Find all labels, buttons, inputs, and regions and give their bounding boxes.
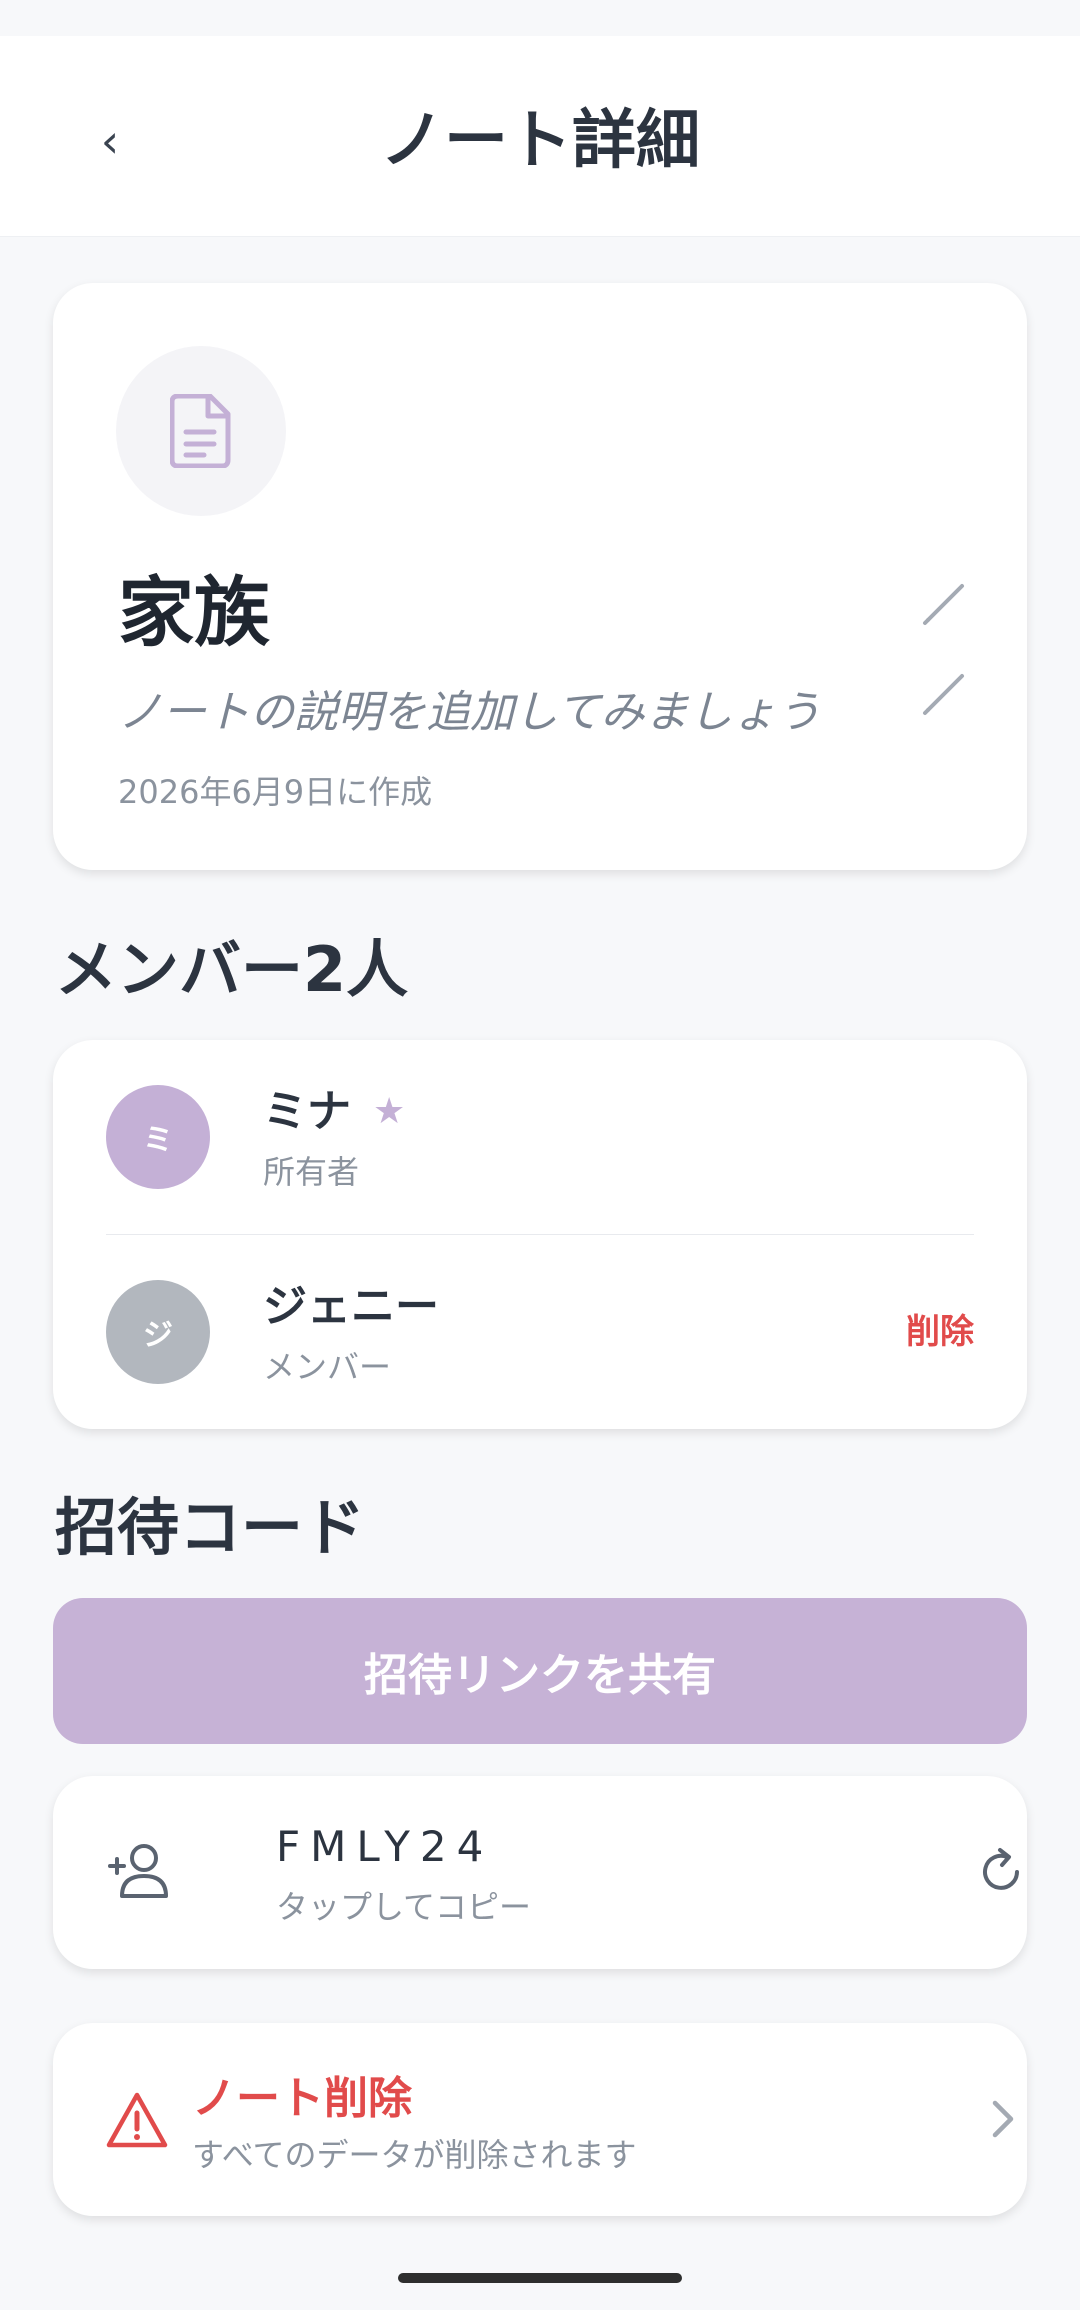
note-info-card: 家族 ノートの説明を追加してみましょう 2026年6月9日に作成 xyxy=(53,283,1027,870)
member-row: ジ ジェニー メンバー 削除 xyxy=(53,1235,1027,1429)
home-indicator xyxy=(398,2273,682,2283)
refresh-icon[interactable] xyxy=(973,1844,1029,1900)
member-name-container: ジェニー xyxy=(263,1275,439,1339)
add-user-icon xyxy=(108,1844,168,1898)
page-title: ノート詳細 xyxy=(380,104,700,178)
share-invite-link-button[interactable]: 招待リンクを共有 xyxy=(53,1598,1027,1744)
invite-code: FMLY24 xyxy=(276,1822,494,1871)
members-section-title: メンバー2人 xyxy=(55,933,409,1006)
chevron-right-icon xyxy=(992,2100,1014,2138)
edit-title-pencil-icon[interactable] xyxy=(920,578,970,628)
avatar: ミ xyxy=(106,1085,210,1189)
header-bar: ‹ ノート詳細 xyxy=(0,36,1080,237)
member-name-container: ミナ ★ xyxy=(263,1080,405,1144)
invite-code-card[interactable]: FMLY24 タップしてコピー xyxy=(53,1776,1027,1969)
member-name: ミナ xyxy=(263,1086,351,1137)
edit-description-pencil-icon[interactable] xyxy=(920,668,970,718)
warning-icon xyxy=(106,2092,168,2148)
remove-member-button[interactable]: 削除 xyxy=(906,1307,974,1357)
member-name: ジェニー xyxy=(263,1281,439,1332)
note-title: 家族 xyxy=(118,568,270,657)
copy-hint: タップしてコピー xyxy=(276,1888,532,1926)
invite-section-title: 招待コード xyxy=(55,1491,366,1564)
member-role: 所有者 xyxy=(263,1153,360,1191)
note-description-placeholder[interactable]: ノートの説明を追加してみましょう xyxy=(118,678,821,748)
delete-note-card[interactable]: ノート削除 すべてのデータが削除されます xyxy=(53,2023,1027,2216)
delete-note-description: すべてのデータが削除されます xyxy=(192,2136,637,2174)
avatar: ジ xyxy=(106,1280,210,1384)
member-row: ミ ミナ ★ 所有者 xyxy=(53,1040,1027,1234)
member-role: メンバー xyxy=(263,1348,392,1386)
note-icon-circle xyxy=(116,346,286,516)
owner-star-icon: ★ xyxy=(373,1091,406,1132)
document-icon xyxy=(170,394,231,468)
members-card: ミ ミナ ★ 所有者 ジ ジェニー メンバー 削除 xyxy=(53,1040,1027,1429)
note-created-date: 2026年6月9日に作成 xyxy=(118,773,433,811)
delete-note-title: ノート削除 xyxy=(192,2073,412,2124)
status-bar xyxy=(0,0,1080,36)
